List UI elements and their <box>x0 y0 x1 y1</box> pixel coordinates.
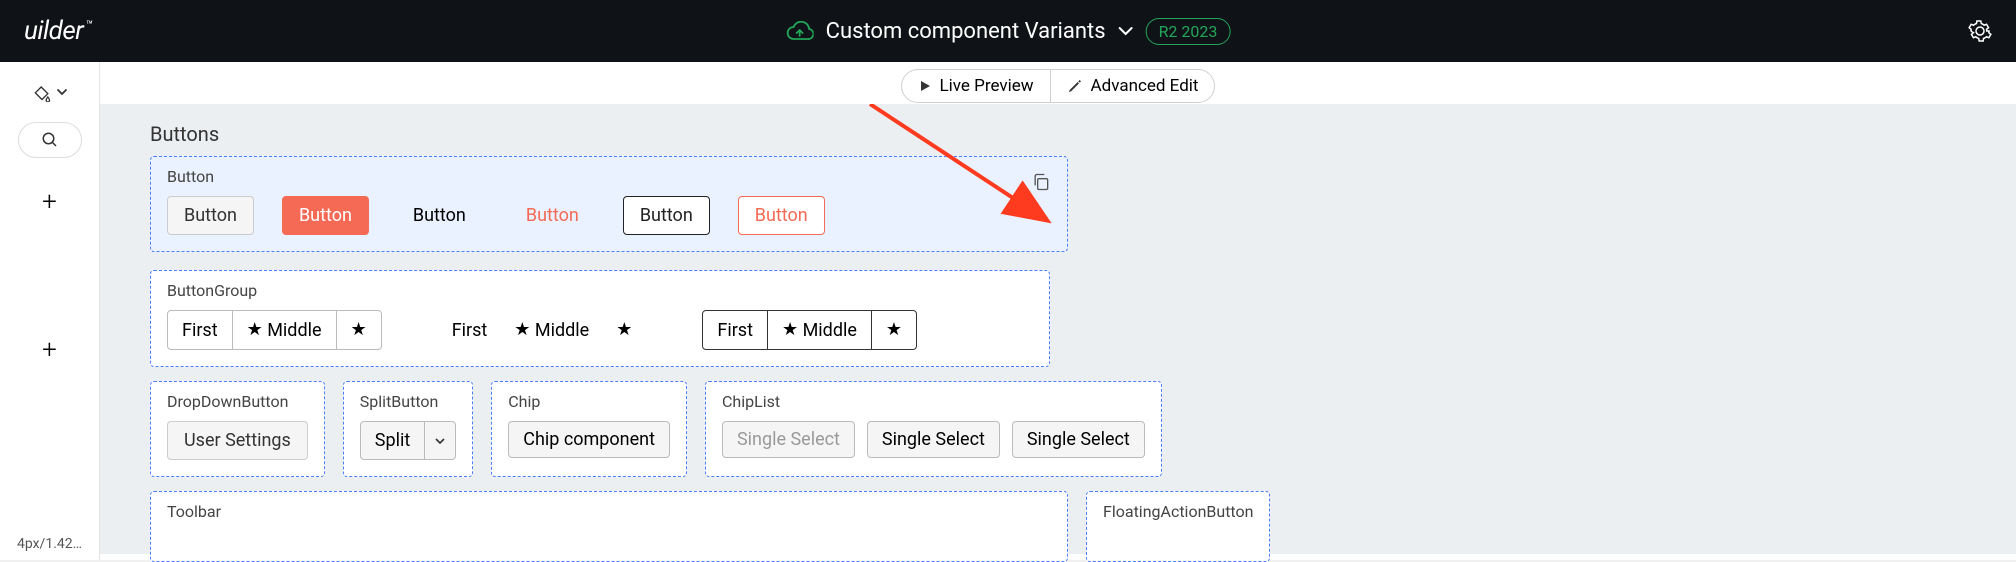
card-title: ButtonGroup <box>167 281 1033 300</box>
top-bar: uilder™ Custom component Variants R2 202… <box>0 0 2016 62</box>
sidebar-footer: 4px/1.42… <box>0 536 99 552</box>
bg-middle[interactable]: ★ Middle <box>767 310 872 350</box>
button-flat[interactable]: Button <box>397 197 482 234</box>
app-logo: uilder™ <box>24 16 92 46</box>
star-icon: ★ <box>886 321 902 339</box>
button-solid-primary[interactable]: Button <box>282 196 369 235</box>
chiplist-card[interactable]: ChipList Single Select Single Select Sin… <box>705 381 1162 477</box>
preview-pill: Live Preview Advanced Edit <box>901 69 1216 103</box>
fab-card[interactable]: FloatingActionButton <box>1086 491 1270 562</box>
advanced-edit-label: Advanced Edit <box>1091 76 1199 96</box>
button-default[interactable]: Button <box>167 196 254 235</box>
chip-2[interactable]: Single Select <box>867 421 1000 458</box>
bg-star[interactable]: ★ <box>602 310 646 350</box>
caret-down-icon <box>435 438 445 444</box>
left-sidebar: + + 4px/1.42… <box>0 62 100 560</box>
card-title: Button <box>167 167 214 186</box>
live-preview-label: Live Preview <box>940 76 1034 96</box>
card-title: Chip <box>508 392 670 411</box>
star-icon: ★ <box>782 321 798 339</box>
advanced-edit-button[interactable]: Advanced Edit <box>1051 70 1215 102</box>
dropdown-button-card[interactable]: DropDownButton User Settings <box>150 381 325 477</box>
card-title: SplitButton <box>360 392 456 411</box>
gear-icon[interactable] <box>1968 19 1992 43</box>
component-row-3: Toolbar FloatingActionButton <box>150 491 1976 562</box>
add-button-1[interactable]: + <box>0 178 99 226</box>
bg-middle[interactable]: ★ Middle <box>232 310 337 350</box>
chip-3[interactable]: Single Select <box>1012 421 1145 458</box>
paint-bucket-icon[interactable] <box>0 72 99 112</box>
star-icon: ★ <box>247 321 263 339</box>
component-row-1: Button Button Button Button Button Butto… <box>150 156 1976 367</box>
card-title: DropDownButton <box>167 392 308 411</box>
toolbar-card[interactable]: Toolbar <box>150 491 1068 562</box>
project-name[interactable]: Custom component Variants <box>826 19 1106 44</box>
button-group-card[interactable]: ButtonGroup First ★ Middle ★ First ★ Mid… <box>150 270 1050 367</box>
chip-card[interactable]: Chip Chip component <box>491 381 687 477</box>
button-group-outline[interactable]: First ★ Middle ★ <box>702 310 917 350</box>
add-button-2[interactable]: + <box>0 326 99 374</box>
section-title: Buttons <box>150 122 1976 146</box>
split-main[interactable]: Split <box>360 421 425 460</box>
split-button[interactable]: Split <box>360 421 456 460</box>
body: + + 4px/1.42… Live Preview Advanced Edit… <box>0 62 2016 560</box>
star-icon: ★ <box>351 321 367 339</box>
button-outline-primary[interactable]: Button <box>738 196 825 235</box>
star-icon: ★ <box>616 321 632 339</box>
card-title: ChipList <box>722 392 1145 411</box>
button-group-default[interactable]: First ★ Middle ★ <box>167 310 382 350</box>
trademark: ™ <box>85 18 92 32</box>
star-icon: ★ <box>514 321 530 339</box>
top-bar-center: Custom component Variants R2 2023 <box>786 18 1231 45</box>
live-preview-button[interactable]: Live Preview <box>902 70 1051 102</box>
card-title: FloatingActionButton <box>1103 502 1253 521</box>
bg-star[interactable]: ★ <box>336 310 382 350</box>
preview-bar: Live Preview Advanced Edit <box>100 62 2016 104</box>
search-icon <box>41 131 59 149</box>
cloud-upload-icon[interactable] <box>786 21 814 41</box>
split-button-card[interactable]: SplitButton Split <box>343 381 473 477</box>
card-title: Toolbar <box>167 502 1051 521</box>
chevron-down-icon[interactable] <box>1118 26 1134 36</box>
button-group-flat[interactable]: First ★ Middle ★ <box>438 310 647 350</box>
play-icon <box>918 79 932 93</box>
bg-first[interactable]: First <box>438 310 502 350</box>
button-flat-primary[interactable]: Button <box>510 197 595 234</box>
component-row-2: DropDownButton User Settings SplitButton… <box>150 381 1976 477</box>
copy-icon[interactable] <box>1031 172 1051 192</box>
bg-middle[interactable]: ★ Middle <box>500 310 603 350</box>
pencil-icon <box>1067 78 1083 94</box>
split-arrow[interactable] <box>425 421 456 460</box>
bg-first[interactable]: First <box>167 310 233 350</box>
button-outline[interactable]: Button <box>623 196 710 235</box>
button-card[interactable]: Button Button Button Button Button Butto… <box>150 156 1068 252</box>
chip[interactable]: Chip component <box>508 421 670 458</box>
canvas: Buttons Button Button Button Button Butt… <box>100 104 2016 554</box>
main-area: Live Preview Advanced Edit Buttons Butto… <box>100 62 2016 560</box>
search-button[interactable] <box>18 122 82 158</box>
chip-1[interactable]: Single Select <box>722 421 855 458</box>
logo-text: uilder <box>24 16 83 46</box>
release-tag[interactable]: R2 2023 <box>1146 18 1231 45</box>
dropdown-button[interactable]: User Settings <box>167 421 308 460</box>
bg-star[interactable]: ★ <box>871 310 917 350</box>
bg-first[interactable]: First <box>702 310 768 350</box>
